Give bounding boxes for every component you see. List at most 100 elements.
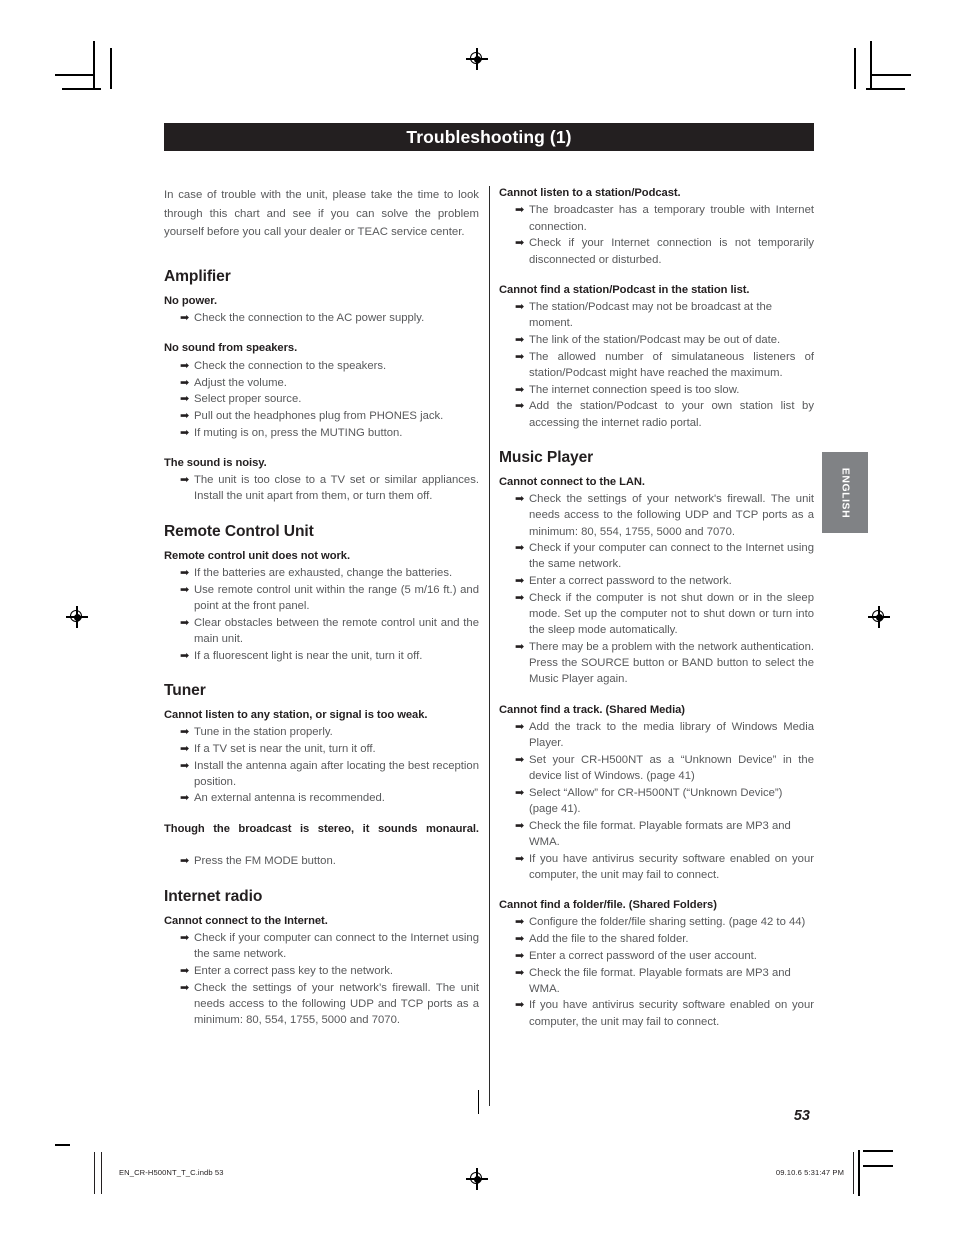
bullet-arrow-icon: ➡ <box>180 426 190 439</box>
section-heading: Tuner <box>164 681 206 699</box>
remedy-item: ➡ If you have antivirus security software… <box>515 851 814 883</box>
remedy-text: Check the file format. Playable formats … <box>529 819 791 848</box>
remedy-item: ➡ Use remote control unit within the rang… <box>180 582 479 614</box>
footer-timestamp: 09.10.6 5:31:47 PM <box>775 1168 844 1177</box>
remedy-item: ➡ Press the FM MODE button. <box>180 853 479 869</box>
bullet-arrow-icon: ➡ <box>180 376 190 389</box>
remedy-text: Add the file to the shared folder. <box>529 933 689 946</box>
troubleshooting-section: Tuner Cannot listen to any station, or si… <box>164 682 479 870</box>
remedy-text: Set your CR-H500NT as a “Unknown Device”… <box>529 753 814 783</box>
bullet-arrow-icon: ➡ <box>180 965 190 977</box>
remedy-text: Add the track to the media library of Wi… <box>529 721 814 750</box>
troubleshooting-section: Remote Control Unit Remote control unit d… <box>164 523 479 664</box>
bullet-arrow-icon: ➡ <box>515 933 525 946</box>
symptom-heading: Cannot listen to a station/Podcast. <box>499 187 681 199</box>
symptom-group: No sound from speakers. ➡ Check the connec… <box>164 341 479 440</box>
crop-mark-top-left-horizontal2 <box>62 88 101 90</box>
symptom-heading: No power. <box>164 294 218 307</box>
remedy-item: ➡ The broadcaster has a temporary trouble… <box>515 202 814 234</box>
remedy-item: ➡ Select proper source. <box>180 391 479 407</box>
remedy-list: ➡ Configure the folder/file sharing setti… <box>499 914 814 1029</box>
remedy-text: The broadcaster has a temporary trouble … <box>529 204 814 233</box>
remedy-text: If a fluorescent light is near the unit,… <box>194 649 423 662</box>
bullet-arrow-icon: ➡ <box>515 721 525 733</box>
bullet-arrow-icon: ➡ <box>515 301 525 314</box>
bullet-arrow-icon: ➡ <box>515 949 525 962</box>
remedy-text: Enter a correct password of the user acc… <box>529 949 757 962</box>
crop-mark-bottom-left-rule <box>55 1144 70 1146</box>
crop-mark-bottom-right-rule <box>863 1150 893 1152</box>
remedy-item: ➡ Pull out the headphones plug from PHONE… <box>180 408 479 424</box>
remedy-item: ➡ Add the track to the media library of W… <box>515 719 814 751</box>
remedy-text: Check the connection to the AC power sup… <box>194 312 425 325</box>
registration-target-right <box>868 606 890 628</box>
footer-filename: EN_CR-H500NT_T_C.indb 53 <box>119 1168 224 1177</box>
bullet-arrow-icon: ➡ <box>515 852 525 865</box>
column-divider <box>489 186 490 1106</box>
remedy-item: ➡ If the batteries are exhausted, change … <box>180 565 479 581</box>
symptom-heading: Remote control unit does not work. <box>164 549 351 562</box>
remedy-list: ➡ Check the settings of your network's fi… <box>499 491 814 687</box>
remedy-text: If the batteries are exhausted, change t… <box>194 567 453 580</box>
remedy-list: ➡ Add the track to the media library of W… <box>499 719 814 883</box>
bullet-arrow-icon: ➡ <box>180 649 190 662</box>
bullet-arrow-icon: ➡ <box>515 575 525 588</box>
remedy-item: ➡ Set your CR-H500NT as a “Unknown Device… <box>515 752 814 784</box>
troubleshooting-section: Amplifier No power. ➡ Check the connection … <box>164 268 479 505</box>
crop-mark-top-left-vertical2 <box>110 48 112 89</box>
intro-paragraph: In case of trouble with the unit, please… <box>164 189 479 239</box>
remedy-text: Enter a correct password to the network. <box>529 575 732 588</box>
symptom-group: No power. ➡ Check the connection to the AC… <box>164 294 479 327</box>
remedy-item: ➡ Add the file to the shared folder. <box>515 931 814 947</box>
bullet-arrow-icon: ➡ <box>180 393 190 406</box>
symptom-group: Cannot connect to the LAN. ➡ Check the set… <box>499 475 814 688</box>
section-heading: Internet radio <box>164 887 263 905</box>
remedy-item: ➡ Check the settings of your network's fi… <box>515 491 814 540</box>
remedy-list: ➡ Check if your computer can connect to t… <box>164 930 479 1028</box>
remedy-text: Install the antenna again after locating… <box>194 759 479 788</box>
remedy-item: ➡ Check the file format. Playable formats… <box>515 818 814 850</box>
remedy-text: If a TV set is near the unit, turn it of… <box>194 742 376 755</box>
left-column: In case of trouble with the unit, please… <box>164 186 479 1029</box>
bullet-arrow-icon: ➡ <box>515 237 525 250</box>
remedy-text: Check if your Internet connection is not… <box>529 237 814 266</box>
bullet-arrow-icon: ➡ <box>180 359 190 372</box>
remedy-text: Check if your computer can connect to th… <box>194 932 479 961</box>
right-column: Cannot listen to a station/Podcast. ➡ The … <box>499 186 814 1030</box>
bullet-arrow-icon: ➡ <box>515 591 525 604</box>
bullet-arrow-icon: ➡ <box>515 819 525 832</box>
remedy-list: ➡ Check the connection to the speakers. ➡ A… <box>164 358 479 441</box>
left-column-sections: Amplifier No power. ➡ Check the connection … <box>164 268 479 1029</box>
crop-mark-top-right-horizontal <box>872 74 911 76</box>
remedy-text: The station/Podcast may not be broadcast… <box>529 301 773 330</box>
registration-target-bottom-center <box>466 1168 488 1190</box>
symptom-group: Cannot find a folder/file. (Shared Folde… <box>499 898 814 1030</box>
remedy-item: ➡ Adjust the volume. <box>180 375 479 391</box>
crop-mark-top-right-vertical2 <box>854 48 856 89</box>
symptom-heading: Cannot find a station/Podcast in the sta… <box>499 283 750 296</box>
bullet-arrow-icon: ➡ <box>180 759 190 772</box>
bullet-arrow-icon: ➡ <box>515 493 525 506</box>
remedy-text: The allowed number of simulataneous list… <box>529 350 814 379</box>
remedy-text: If you have antivirus security software … <box>529 999 814 1028</box>
remedy-item: ➡ The internet connection speed is too sl… <box>515 382 814 398</box>
troubleshooting-section: Cannot listen to a station/Podcast. ➡ The … <box>499 186 814 431</box>
remedy-item: ➡ Check if the computer is not shut down … <box>515 590 814 639</box>
remedy-item: ➡ The unit is too close to a TV set or si… <box>180 472 479 504</box>
remedy-text: Check the connection to the speakers. <box>194 359 387 372</box>
section-heading: Amplifier <box>164 267 231 285</box>
symptom-group: Cannot connect to the Internet. ➡ Check if… <box>164 914 479 1029</box>
remedy-item: ➡ Check the file format. Playable formats… <box>515 965 814 997</box>
remedy-item: ➡ Select “Allow” for CR-H500NT (“Unknown … <box>515 785 814 817</box>
bullet-arrow-icon: ➡ <box>180 409 190 422</box>
remedy-text: Pull out the headphones plug from PHONES… <box>194 409 444 422</box>
bullet-arrow-icon: ➡ <box>515 204 525 217</box>
remedy-text: Tune in the station properly. <box>194 726 333 739</box>
bullet-arrow-icon: ➡ <box>515 383 525 396</box>
remedy-item: ➡ Add the station/Podcast to your own sta… <box>515 398 814 430</box>
bullet-arrow-icon: ➡ <box>180 792 190 805</box>
page-body: In case of trouble with the unit, please… <box>164 186 814 1106</box>
remedy-text: If muting is on, press the MUTING button… <box>194 426 403 439</box>
symptom-group: Remote control unit does not work. ➡ If th… <box>164 549 479 664</box>
section-heading: Remote Control Unit <box>164 522 314 540</box>
